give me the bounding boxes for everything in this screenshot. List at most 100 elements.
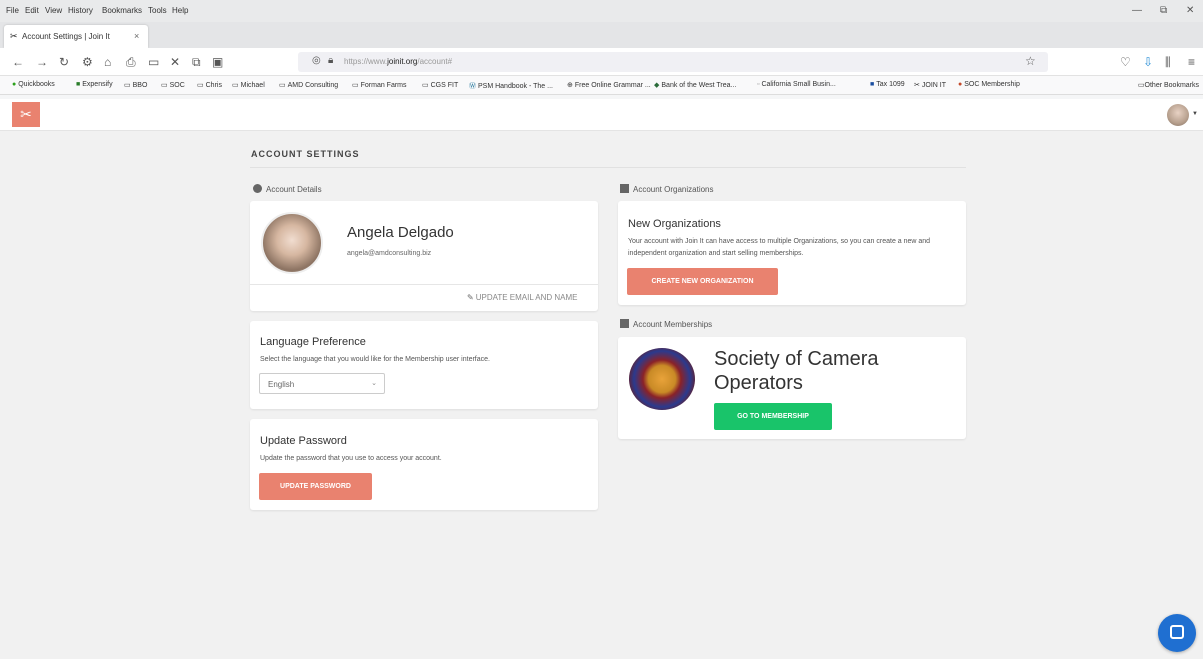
language-description: Select the language that you would like …: [260, 356, 490, 363]
forward-icon[interactable]: →: [36, 55, 48, 69]
menu-history[interactable]: History: [68, 6, 93, 15]
bookmark-item[interactable]: ● Quickbooks: [12, 81, 55, 88]
password-title: Update Password: [260, 435, 347, 447]
reload-icon[interactable]: ↻: [59, 55, 69, 69]
bookmark-star-icon[interactable]: ☆: [1025, 54, 1036, 68]
update-password-button[interactable]: UPDATE PASSWORD: [259, 473, 372, 500]
bookmark-item[interactable]: ● SOC Membership: [958, 81, 1020, 88]
bookmark-item[interactable]: ▭ BBO: [124, 81, 147, 89]
bookmarks-bar: ● Quickbooks ■ Expensify ▭ BBO ▭ SOC ▭ Chris …: [0, 76, 1203, 95]
menu-edit[interactable]: Edit: [25, 6, 39, 15]
lock-icon[interactable]: 🔒︎: [328, 55, 333, 66]
tab-account-settings[interactable]: ✂ Account Settings | Join It ×: [4, 25, 148, 48]
chat-icon: [1170, 625, 1184, 639]
page-title: ACCOUNT SETTINGS: [251, 149, 360, 159]
paste-icon[interactable]: ▣: [212, 55, 223, 69]
chevron-down-icon[interactable]: ▼: [1192, 111, 1198, 117]
society-seal-logo: [629, 348, 695, 410]
extension-icon[interactable]: ⚙: [82, 55, 93, 69]
password-card: Update Password Update the password that…: [250, 419, 598, 510]
cut-icon[interactable]: ✕: [170, 55, 180, 69]
bookmark-item[interactable]: Ⓦ PSM Handbook - The ...: [469, 81, 553, 91]
menu-tools[interactable]: Tools: [148, 6, 167, 15]
folder-icon: ▭: [422, 82, 429, 89]
app-header: ✂ ▼: [0, 99, 1203, 131]
bookmark-item[interactable]: ▭ AMD Consulting: [279, 81, 338, 89]
close-window-button[interactable]: ✕: [1186, 5, 1194, 16]
chat-launcher-button[interactable]: [1158, 614, 1196, 652]
menu-file[interactable]: File: [6, 6, 19, 15]
bookmark-item[interactable]: ✂ JOIN IT: [914, 81, 946, 89]
tab-title: Account Settings | Join It: [22, 32, 110, 41]
card-divider: [250, 284, 598, 285]
window-icon[interactable]: ▭: [148, 55, 159, 69]
bookmark-item[interactable]: ▫ California Small Busin...: [757, 81, 836, 88]
bank-icon: ◆: [654, 82, 660, 89]
soc-bookmark-icon: ●: [958, 81, 963, 88]
info-icon: [253, 184, 262, 193]
menu-bookmarks[interactable]: Bookmarks: [102, 6, 142, 15]
pocket-icon[interactable]: ♡: [1120, 55, 1131, 69]
create-organization-button[interactable]: CREATE NEW ORGANIZATION: [627, 268, 778, 295]
avatar[interactable]: [1167, 104, 1189, 126]
bookmark-item[interactable]: ■ Expensify: [76, 81, 113, 88]
joinit-logo[interactable]: ✂: [12, 102, 40, 127]
language-title: Language Preference: [260, 336, 366, 348]
folder-icon: ▭: [1137, 82, 1145, 89]
url-text[interactable]: https://www.joinit.org/account#: [344, 57, 452, 66]
edit-icon: ✎: [467, 293, 474, 302]
bookmark-item[interactable]: ◆ Bank of the West Trea...: [654, 81, 736, 89]
bookmark-item[interactable]: ⊕ Free Online Grammar ...: [567, 81, 651, 89]
tab-close-icon[interactable]: ×: [134, 31, 139, 41]
language-card: Language Preference Select the language …: [250, 321, 598, 409]
shield-icon[interactable]: ◎: [312, 55, 321, 66]
menu-view[interactable]: View: [45, 6, 62, 15]
browser-chrome: File Edit View History Bookmarks Tools H…: [0, 0, 1203, 99]
account-details-heading: Account Details: [253, 184, 322, 194]
home-icon[interactable]: ⌂: [104, 55, 111, 69]
download-icon[interactable]: ⇩: [1143, 55, 1153, 69]
other-bookmarks[interactable]: ▭Other Bookmarks: [1138, 81, 1199, 89]
menu-bar: File Edit View History Bookmarks Tools H…: [0, 0, 1203, 22]
bookmark-item[interactable]: ▭ CGS FIT: [422, 81, 458, 89]
id-card-icon: [620, 319, 629, 328]
bookmark-item[interactable]: ▭ SOC: [161, 81, 185, 89]
folder-icon: ▭: [279, 82, 286, 89]
folder-icon: ▭: [352, 82, 359, 89]
profile-photo: [261, 212, 323, 274]
joinit-bookmark-icon: ✂: [914, 82, 920, 89]
bookmark-page-icon: ▫: [757, 81, 760, 88]
bookmark-item[interactable]: ■ Tax 1099: [870, 81, 905, 88]
back-icon[interactable]: ←: [12, 55, 24, 69]
wordpress-icon: Ⓦ: [469, 83, 476, 90]
address-bar[interactable]: ◎ 🔒︎ https://www.joinit.org/account# ☆: [298, 52, 1048, 72]
update-email-name-link[interactable]: ✎ UPDATE EMAIL AND NAME: [467, 293, 578, 302]
navigation-bar: ← → ↻ ⚙ ⌂ ⎙ ▭ ✕ ⧉ ▣ ◎ 🔒︎ https://www.joi…: [0, 48, 1203, 76]
bookmark-item[interactable]: ▭ Michael: [232, 81, 265, 89]
hamburger-menu-icon[interactable]: ≡: [1188, 55, 1195, 69]
copy-icon[interactable]: ⧉: [192, 55, 201, 70]
account-organizations-heading: Account Organizations: [620, 184, 714, 194]
bookmark-item[interactable]: ▭ Chris: [197, 81, 222, 89]
organizations-title: New Organizations: [628, 218, 721, 230]
expensify-icon: ■: [76, 81, 81, 88]
menu-help[interactable]: Help: [172, 6, 188, 15]
profile-email: angela@amdconsulting.biz: [347, 250, 432, 257]
minimize-button[interactable]: —: [1132, 5, 1142, 16]
globe-icon: ⊕: [567, 82, 573, 89]
go-to-membership-button[interactable]: GO TO MEMBERSHIP: [714, 403, 832, 430]
restore-button[interactable]: ⧉: [1160, 5, 1167, 16]
tab-strip: ✂ Account Settings | Join It × +: [0, 22, 1203, 62]
library-icon[interactable]: ⫼: [1165, 55, 1171, 70]
title-divider: [250, 167, 966, 168]
tax-icon: ■: [870, 81, 875, 88]
print-icon[interactable]: ⎙: [126, 55, 136, 70]
profile-card: Angela Delgado angela@amdconsulting.biz …: [250, 201, 598, 311]
bookmark-item[interactable]: ▭ Forman Farms: [352, 81, 407, 89]
joinit-favicon-icon: ✂: [10, 31, 18, 41]
folder-icon: ▭: [232, 82, 239, 89]
chevron-down-icon: ⌄: [371, 380, 377, 387]
language-select[interactable]: English ⌄: [259, 373, 385, 394]
folder-icon: ▭: [161, 82, 168, 89]
organizations-description: Your account with Join It can have acces…: [628, 238, 931, 257]
